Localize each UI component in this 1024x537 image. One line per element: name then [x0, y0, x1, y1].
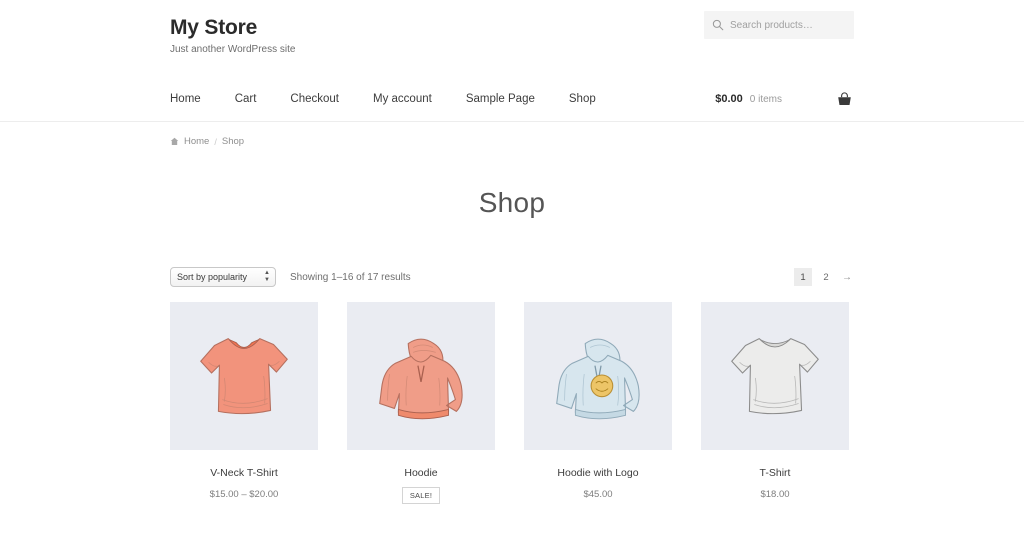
cart-summary[interactable]: $0.00 0 items: [715, 77, 854, 121]
nav-list: Home Cart Checkout My account Sample Pag…: [170, 93, 613, 105]
shop-toolbar: Sort by popularity ▲ ▼ Showing 1–16 of 1…: [170, 266, 854, 288]
v-neck-tshirt-icon: [200, 338, 288, 415]
chevron-down-icon: ▼: [264, 277, 270, 283]
hoodie-icon: [379, 338, 463, 420]
product-card[interactable]: T-Shirt $18.00: [701, 302, 849, 504]
sort-select[interactable]: Sort by popularity ▲ ▼: [170, 267, 276, 287]
cart-item-count: 0 items: [749, 93, 782, 105]
hoodie-with-logo-icon: [556, 338, 640, 420]
sort-select-value: Sort by popularity: [177, 272, 248, 282]
chevron-stepper-icon: ▲ ▼: [264, 270, 270, 283]
product-image[interactable]: [347, 302, 495, 450]
nav-item-cart[interactable]: Cart: [218, 93, 274, 105]
breadcrumb-separator: /: [214, 136, 217, 147]
pagination-page-1[interactable]: 1: [794, 268, 812, 286]
breadcrumb-home[interactable]: Home: [184, 136, 209, 147]
shopping-basket-icon: [837, 91, 851, 105]
shop-content: Sort by popularity ▲ ▼ Showing 1–16 of 1…: [170, 266, 854, 504]
cart-amount: $0.00: [715, 93, 743, 105]
breadcrumb-current: Shop: [221, 136, 245, 147]
nav-item-my-account[interactable]: My account: [356, 93, 449, 105]
product-image[interactable]: [170, 302, 318, 450]
sale-badge: SALE!: [401, 487, 441, 504]
search-form[interactable]: [704, 11, 862, 39]
product-card[interactable]: V-Neck T-Shirt $15.00 – $20.00: [170, 302, 318, 504]
nav-item-shop[interactable]: Shop: [552, 93, 613, 105]
product-image[interactable]: [524, 302, 672, 450]
result-count: Showing 1–16 of 17 results: [290, 271, 411, 283]
pagination-next-icon[interactable]: →: [840, 268, 854, 286]
site-branding[interactable]: My Store Just another WordPress site: [170, 16, 295, 56]
chevron-up-icon: ▲: [264, 270, 270, 276]
product-price: $15.00 – $20.00: [209, 489, 279, 500]
product-card[interactable]: Hoodie SALE!: [347, 302, 495, 504]
product-card[interactable]: Hoodie with Logo $45.00: [524, 302, 672, 504]
product-title: Hoodie: [404, 467, 438, 479]
breadcrumb: Home / Shop: [170, 136, 854, 147]
product-image[interactable]: [701, 302, 849, 450]
pagination-page-2[interactable]: 2: [817, 268, 835, 286]
pagination: 1 2 →: [794, 268, 854, 286]
home-icon[interactable]: [170, 137, 179, 146]
product-price: $45.00: [583, 489, 613, 500]
site-tagline: Just another WordPress site: [170, 44, 296, 55]
page-title: Shop: [478, 187, 546, 218]
nav-item-home[interactable]: Home: [170, 93, 218, 105]
product-grid: V-Neck T-Shirt $15.00 – $20.00 Hoodie SA…: [170, 302, 854, 504]
product-title: Hoodie with Logo: [557, 467, 639, 479]
product-price: $18.00: [760, 489, 790, 500]
header-inner: My Store Just another WordPress site Hom…: [170, 0, 862, 121]
search-input[interactable]: [730, 11, 862, 39]
breadcrumb-bar: Home / Shop: [170, 122, 854, 147]
tshirt-icon: [731, 338, 819, 415]
search-icon: [712, 19, 724, 31]
product-title: V-Neck T-Shirt: [210, 467, 278, 479]
cart-button[interactable]: [834, 89, 854, 109]
page-root: My Store Just another WordPress site Hom…: [0, 0, 1024, 537]
site-header: My Store Just another WordPress site Hom…: [0, 0, 1024, 122]
nav-item-checkout[interactable]: Checkout: [273, 93, 356, 105]
nav-item-sample-page[interactable]: Sample Page: [449, 93, 552, 105]
product-title: T-Shirt: [759, 467, 791, 479]
site-title[interactable]: My Store: [170, 16, 295, 40]
